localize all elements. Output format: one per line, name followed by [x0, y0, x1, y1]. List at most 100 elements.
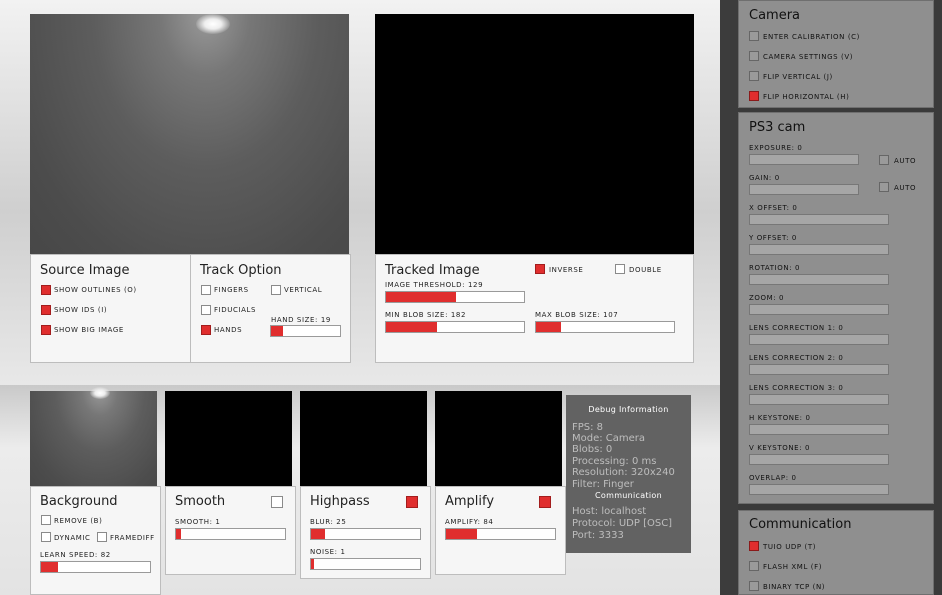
filter-text: Filter: Finger: [572, 479, 634, 490]
flip-vertical-label: FLIP VERTICAL (J): [763, 73, 833, 81]
min-blob-size-slider[interactable]: [385, 321, 525, 333]
fps-text: FPS: 8: [572, 422, 604, 433]
flash-xml-label: FLASH XML (F): [763, 563, 823, 571]
lens-correction-3-label: LENS CORRECTION 3: 0: [749, 384, 844, 392]
image-threshold-fill: [386, 292, 457, 302]
flip-vertical-checkbox[interactable]: [749, 71, 759, 81]
fingers-label: FINGERS: [214, 286, 249, 294]
enter-calibration-label: ENTER CALIBRATION (C): [763, 33, 860, 41]
smooth-label: SMOOTH: 1: [175, 518, 221, 526]
background-video: [30, 387, 157, 486]
lens-correction-1-label: LENS CORRECTION 1: 0: [749, 324, 844, 332]
communication-section: Communication TUIO UDP (T) FLASH XML (F)…: [738, 510, 934, 595]
smooth-enable-checkbox[interactable]: [271, 496, 283, 508]
v-keystone-label: V KEYSTONE: 0: [749, 444, 811, 452]
inverse-checkbox[interactable]: [535, 264, 545, 274]
source-image-title: Source Image: [40, 263, 130, 278]
learn-speed-slider[interactable]: [40, 561, 151, 573]
hand-size-slider[interactable]: [270, 325, 341, 337]
gain-slider[interactable]: [749, 184, 859, 195]
rotation-slider[interactable]: [749, 274, 889, 285]
port-text: Port: 3333: [572, 530, 624, 541]
exposure-slider[interactable]: [749, 154, 859, 165]
gain-auto-label: AUTO: [894, 184, 917, 192]
amplify-title: Amplify: [445, 494, 495, 509]
image-threshold-slider[interactable]: [385, 291, 525, 303]
lens-correction-1-slider[interactable]: [749, 334, 889, 345]
protocol-text: Protocol: UDP [OSC]: [572, 518, 673, 529]
hands-label: HANDS: [214, 326, 243, 334]
framediff-checkbox[interactable]: [97, 532, 107, 542]
dynamic-checkbox[interactable]: [41, 532, 51, 542]
framediff-label: FRAMEDIFF: [110, 534, 155, 542]
vertical-checkbox[interactable]: [271, 285, 281, 295]
highpass-video: [300, 391, 427, 486]
amplify-enable-checkbox[interactable]: [539, 496, 551, 508]
tracked-image-panel: Tracked Image INVERSE DOUBLE IMAGE THRES…: [375, 254, 694, 363]
flip-horizontal-label: FLIP HORIZONTAL (H): [763, 93, 850, 101]
tuio-udp-checkbox[interactable]: [749, 541, 759, 551]
lens-correction-3-slider[interactable]: [749, 394, 889, 405]
highpass-panel: Highpass BLUR: 25 NOISE: 1: [300, 486, 431, 579]
show-outlines-label: SHOW OUTLINES (O): [54, 286, 137, 294]
y-offset-slider[interactable]: [749, 244, 889, 255]
show-big-image-label: SHOW BIG IMAGE: [54, 326, 124, 334]
hands-checkbox[interactable]: [201, 325, 211, 335]
binary-tcp-checkbox[interactable]: [749, 581, 759, 591]
source-image-panel: Source Image SHOW OUTLINES (O) SHOW IDS …: [30, 254, 191, 363]
fiducials-label: FIDUCIALS: [214, 306, 257, 314]
fingers-checkbox[interactable]: [201, 285, 211, 295]
double-label: DOUBLE: [629, 266, 662, 274]
overlap-slider[interactable]: [749, 484, 889, 495]
smooth-slider[interactable]: [175, 528, 286, 540]
blur-fill: [311, 529, 326, 539]
camera-section-title: Camera: [749, 8, 801, 23]
flip-horizontal-checkbox[interactable]: [749, 91, 759, 101]
fiducials-checkbox[interactable]: [201, 305, 211, 315]
ps3-cam-section: PS3 cam EXPOSURE: 0 AUTO GAIN: 0 AUTO X …: [738, 112, 934, 504]
double-checkbox[interactable]: [615, 264, 625, 274]
amplify-video: [435, 391, 562, 486]
dynamic-label: DYNAMIC: [54, 534, 91, 542]
highpass-enable-checkbox[interactable]: [406, 496, 418, 508]
h-keystone-slider[interactable]: [749, 424, 889, 435]
x-offset-slider[interactable]: [749, 214, 889, 225]
exposure-auto-checkbox[interactable]: [879, 155, 889, 165]
highpass-title: Highpass: [310, 494, 370, 509]
max-blob-size-fill: [536, 322, 561, 332]
x-offset-label: X OFFSET: 0: [749, 204, 798, 212]
hand-size-label: HAND SIZE: 19: [271, 316, 331, 324]
inverse-label: INVERSE: [549, 266, 584, 274]
v-keystone-slider[interactable]: [749, 454, 889, 465]
overlap-label: OVERLAP: 0: [749, 474, 797, 482]
max-blob-size-slider[interactable]: [535, 321, 675, 333]
zoom-slider[interactable]: [749, 304, 889, 315]
gain-auto-checkbox[interactable]: [879, 182, 889, 192]
blobs-text: Blobs: 0: [572, 444, 613, 455]
zoom-label: ZOOM: 0: [749, 294, 785, 302]
show-outlines-checkbox[interactable]: [41, 285, 51, 295]
remove-checkbox[interactable]: [41, 515, 51, 525]
amplify-label: AMPLIFY: 84: [445, 518, 494, 526]
flash-xml-checkbox[interactable]: [749, 561, 759, 571]
smooth-title: Smooth: [175, 494, 226, 509]
amplify-slider[interactable]: [445, 528, 556, 540]
smooth-video: [165, 391, 292, 486]
enter-calibration-checkbox[interactable]: [749, 31, 759, 41]
blur-slider[interactable]: [310, 528, 421, 540]
noise-fill: [311, 559, 315, 569]
noise-label: NOISE: 1: [310, 548, 346, 556]
light-glare: [196, 14, 230, 34]
communication-header: Communication: [595, 491, 662, 500]
show-big-image-checkbox[interactable]: [41, 325, 51, 335]
noise-slider[interactable]: [310, 558, 421, 570]
camera-settings-label: CAMERA SETTINGS (V): [763, 53, 854, 61]
show-ids-checkbox[interactable]: [41, 305, 51, 315]
binary-tcp-label: BINARY TCP (N): [763, 583, 826, 591]
host-text: Host: localhost: [572, 506, 647, 517]
amplify-fill: [446, 529, 477, 539]
camera-settings-checkbox[interactable]: [749, 51, 759, 61]
debug-info-box: Debug Information FPS: 8 Mode: Camera Bl…: [566, 395, 691, 553]
lens-correction-2-slider[interactable]: [749, 364, 889, 375]
settings-sidebar: Camera ENTER CALIBRATION (C) CAMERA SETT…: [738, 0, 942, 595]
